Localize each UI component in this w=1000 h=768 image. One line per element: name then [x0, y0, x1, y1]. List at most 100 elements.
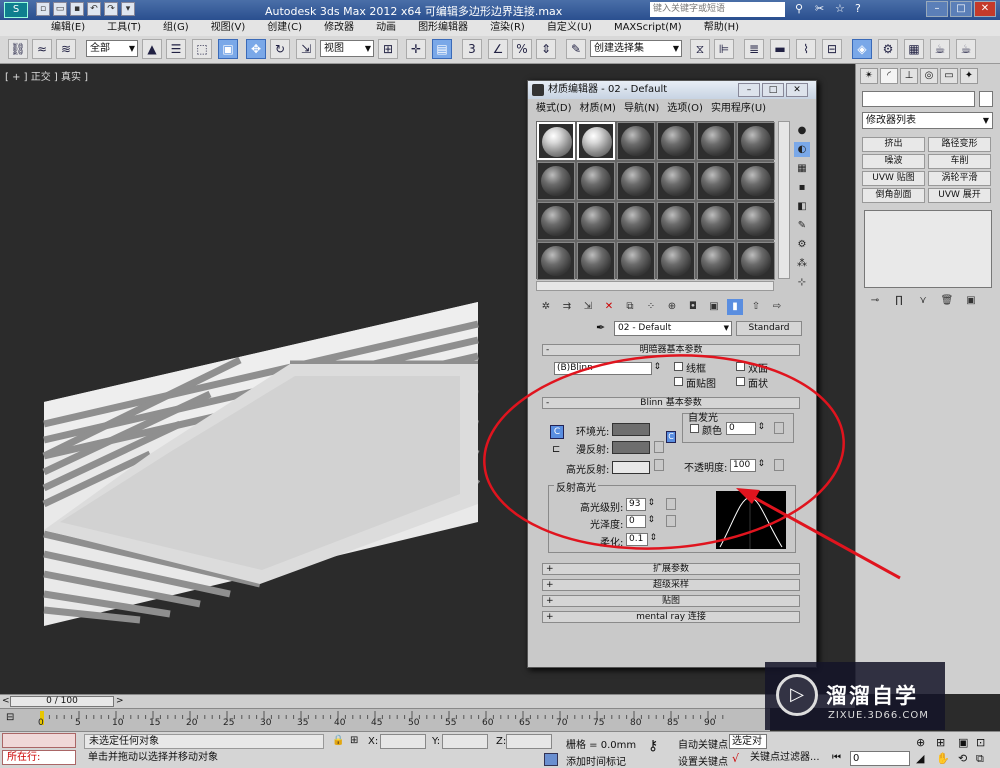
opacity-spinner[interactable]: 100 [730, 459, 765, 472]
move-icon[interactable]: ✥ [246, 39, 266, 59]
material-sample-slot[interactable] [737, 242, 775, 280]
minimize-button[interactable]: – [926, 1, 948, 17]
ref-coord-dropdown[interactable]: 视图 [320, 40, 374, 57]
locator-label[interactable]: 所在行: [2, 750, 76, 765]
material-sample-slot[interactable] [697, 122, 735, 160]
material-sample-slot[interactable] [657, 122, 695, 160]
maximize-viewport-icon[interactable]: ⧉ [976, 752, 984, 766]
align-icon[interactable]: ⊫ [714, 39, 734, 59]
material-sample-slot[interactable] [537, 202, 575, 240]
ribbon-icon[interactable]: ▬ [770, 39, 790, 59]
material-editor-icon[interactable]: ◈ [852, 39, 872, 59]
pan-icon[interactable]: ✋ [936, 752, 950, 765]
show-map-icon[interactable]: ▣ [706, 299, 722, 315]
scale-icon[interactable]: ⇲ [296, 39, 316, 59]
make-unique-icon[interactable]: ⋎ [914, 294, 932, 308]
track-bar-menu-icon[interactable]: ⊟ [6, 712, 24, 726]
menu-rendering[interactable]: 渲染(R) [479, 20, 536, 36]
mat-minimize-button[interactable]: – [738, 83, 760, 97]
make-copy-icon[interactable]: ⧉ [622, 299, 638, 315]
opacity-map-button[interactable] [774, 459, 784, 471]
self-illum-spinner[interactable]: 0 [726, 422, 765, 435]
time-slider-thumb[interactable]: 0 / 100 [10, 696, 114, 707]
diffuse-color-swatch[interactable] [612, 441, 650, 454]
material-sample-slot[interactable] [657, 162, 695, 200]
material-sample-slot[interactable] [577, 202, 615, 240]
viewport-label[interactable]: [ + ] 正交 ] 真实 ] [5, 68, 88, 83]
display-tab-icon[interactable]: ▭ [940, 68, 958, 84]
lock-ambient-diffuse-icon[interactable]: C [550, 425, 564, 439]
bind-space-warp-icon[interactable]: ≋ [56, 39, 76, 59]
curve-editor-icon[interactable]: ⌇ [796, 39, 816, 59]
make-preview-icon[interactable]: ✎ [794, 218, 810, 233]
rotate-icon[interactable]: ↻ [270, 39, 290, 59]
menu-tools[interactable]: 工具(T) [96, 20, 152, 36]
z-coord-field[interactable] [506, 734, 552, 749]
unlink-icon[interactable]: ≈ [32, 39, 52, 59]
zoom-icon[interactable]: ⊕ [916, 736, 925, 749]
open-file-icon[interactable]: ▭ [53, 2, 67, 16]
modifier-button-turbosmooth[interactable]: 涡轮平滑 [928, 171, 991, 186]
material-sample-slot[interactable] [537, 162, 575, 200]
modifier-list-dropdown[interactable]: 修改器列表 [862, 112, 993, 129]
maxscript-listener[interactable] [2, 733, 76, 748]
menu-modifiers[interactable]: 修改器 [313, 20, 365, 36]
soften-spinner[interactable]: 0.1 [626, 533, 657, 546]
mat-maximize-button[interactable]: □ [762, 83, 784, 97]
zoom-all-icon[interactable]: ⊞ [936, 736, 945, 749]
wire-checkbox[interactable] [674, 362, 683, 371]
self-illum-color-checkbox[interactable] [690, 424, 699, 433]
material-sample-slot[interactable] [737, 122, 775, 160]
extended-params-rollout[interactable]: + 扩展参数 [542, 563, 800, 575]
material-sample-slot[interactable] [697, 162, 735, 200]
mirror-icon[interactable]: ⧖ [690, 39, 710, 59]
video-check-icon[interactable]: ◧ [794, 199, 810, 214]
diffuse-map-button[interactable] [654, 441, 664, 453]
snap-3-icon[interactable]: 3 [462, 39, 482, 59]
mat-menu-material[interactable]: 材质(M) [580, 101, 616, 117]
select-manipulate-icon[interactable]: ✛ [406, 39, 426, 59]
time-tag-icon[interactable] [544, 753, 558, 766]
material-sample-slot[interactable] [657, 202, 695, 240]
object-name-field[interactable] [862, 91, 975, 107]
self-illum-map-button[interactable] [774, 422, 784, 434]
pin-stack-icon[interactable]: ⊸ [866, 294, 884, 308]
show-end-result-mat-icon[interactable]: ▮ [727, 299, 743, 315]
material-sample-slot[interactable] [577, 162, 615, 200]
put-to-scene-icon[interactable]: ⇉ [559, 299, 575, 315]
specular-color-swatch[interactable] [612, 461, 650, 474]
spec-level-map-button[interactable] [666, 498, 676, 510]
help-search-input[interactable]: 键入关键字或短语 [650, 2, 785, 17]
maps-rollout[interactable]: + 贴图 [542, 595, 800, 607]
zoom-extents-all-icon[interactable]: ⊡ [976, 736, 985, 749]
close-button[interactable]: ✕ [974, 1, 996, 17]
more-icon[interactable]: ▾ [121, 2, 135, 16]
modifier-button-noise[interactable]: 噪波 [862, 154, 925, 169]
mat-menu-navigation[interactable]: 导航(N) [624, 101, 659, 117]
modifier-button-path-deform[interactable]: 路径变形 [928, 137, 991, 152]
lock-diffuse-spec-icon[interactable]: C [666, 431, 676, 443]
star-icon[interactable]: ☆ [835, 2, 849, 16]
window-crossing-icon[interactable]: ▣ [218, 39, 238, 59]
menu-group[interactable]: 组(G) [152, 20, 200, 36]
link-icon[interactable]: ⛓ [8, 39, 28, 59]
set-key-button[interactable]: 设置关键点 [678, 753, 728, 768]
faceted-checkbox[interactable] [736, 377, 745, 386]
backlight-icon[interactable]: ◐ [794, 142, 810, 157]
tools-icon[interactable]: ✂ [815, 2, 829, 16]
material-sample-slot[interactable] [577, 122, 615, 160]
go-to-parent-icon[interactable]: ⇧ [748, 299, 764, 315]
save-icon[interactable]: ▪ [70, 2, 84, 16]
material-sample-slot[interactable] [737, 202, 775, 240]
orbit-icon[interactable]: ⟲ [958, 752, 967, 765]
material-type-button[interactable]: Standard [736, 321, 802, 336]
background-icon[interactable]: ▦ [794, 161, 810, 176]
get-material-icon[interactable]: ✲ [538, 299, 554, 315]
maximize-button[interactable]: □ [950, 1, 972, 17]
pivot-icon[interactable]: ⊞ [378, 39, 398, 59]
new-file-icon[interactable]: ▫ [36, 2, 50, 16]
modifier-stack[interactable] [864, 210, 992, 288]
schematic-icon[interactable]: ⊟ [822, 39, 842, 59]
render-teapot-icon[interactable]: ☕ [930, 39, 950, 59]
select-by-material-icon[interactable]: ⁂ [794, 256, 810, 271]
